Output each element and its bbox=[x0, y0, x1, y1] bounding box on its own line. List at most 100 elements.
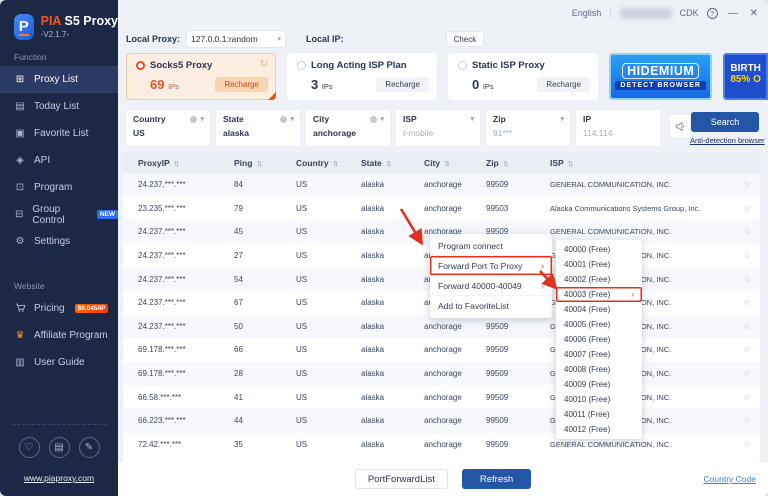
favorite-star-icon[interactable]: ☆ bbox=[734, 203, 760, 214]
website-link[interactable]: www.piaproxy.com bbox=[24, 473, 94, 483]
menu-item-add-to-favoritelist[interactable]: Add to FavoriteList bbox=[430, 296, 552, 316]
port-forward-list-button[interactable]: PortForwardList bbox=[354, 469, 448, 489]
port-option-40006-free[interactable]: 40006 (Free) bbox=[556, 332, 642, 347]
sort-icon[interactable]: ⇅ bbox=[444, 161, 449, 168]
column-header-ping[interactable]: Ping ⇅ bbox=[234, 158, 296, 168]
country-code-link[interactable]: Country Code bbox=[704, 474, 756, 484]
favorite-star-icon[interactable]: ☆ bbox=[734, 439, 760, 450]
filter-city[interactable]: City ▾ anchorage bbox=[306, 110, 390, 146]
menu-item-forward-40000-40049[interactable]: Forward 40000-40049 › bbox=[430, 276, 552, 296]
filter-zip[interactable]: Zip ▾ 91*** bbox=[486, 110, 570, 146]
filter-country[interactable]: Country ▾ US bbox=[126, 110, 210, 146]
anti-detection-browser-link[interactable]: Anti-detection browser bbox=[690, 136, 765, 145]
port-option-40007-free[interactable]: 40007 (Free) bbox=[556, 347, 642, 362]
port-option-40008-free[interactable]: 40008 (Free) bbox=[556, 362, 642, 377]
favorite-star-icon[interactable]: ☆ bbox=[734, 226, 760, 237]
search-button[interactable]: Search bbox=[691, 112, 759, 132]
filter-isp[interactable]: ISP ▾ t-mobile bbox=[396, 110, 480, 146]
port-option-40010-free[interactable]: 40010 (Free) bbox=[556, 392, 642, 407]
sort-icon[interactable]: ⇅ bbox=[568, 161, 573, 168]
minimize-button[interactable]: — bbox=[726, 8, 740, 19]
column-header-zip[interactable]: Zip ⇅ bbox=[486, 158, 550, 168]
chevron-down-icon[interactable]: ▾ bbox=[380, 115, 384, 123]
table-row[interactable]: 23.235.***.*** 79 US alaska anchorage 99503 Al… bbox=[123, 197, 760, 221]
table-row[interactable]: 66.223.***.***44USalaskaanchorage99509GE… bbox=[123, 408, 760, 433]
recharge-button[interactable]: Recharge bbox=[537, 77, 590, 92]
close-button[interactable]: ✕ bbox=[748, 8, 760, 19]
contact-pen-icon[interactable]: ✎ bbox=[78, 437, 100, 458]
favorite-star-icon[interactable]: ☆ bbox=[734, 344, 760, 355]
hidemium-banner[interactable]: HIDEMIUM DETECT BROWSER bbox=[609, 53, 713, 100]
plan-card-socks5-proxy[interactable]: Socks5 Proxy ↻ 69 IPs Recharge bbox=[126, 53, 276, 100]
plan-radio[interactable] bbox=[136, 61, 145, 70]
sort-icon[interactable]: ⇅ bbox=[503, 161, 508, 168]
feedback-doc-icon[interactable]: ▤ bbox=[48, 437, 70, 458]
port-option-40003-free[interactable]: 40003 (Free) › bbox=[556, 287, 642, 302]
favorite-star-icon[interactable]: ☆ bbox=[734, 250, 760, 261]
port-option-40009-free[interactable]: 40009 (Free) bbox=[556, 377, 642, 392]
port-option-40002-free[interactable]: 40002 (Free) bbox=[556, 272, 642, 287]
plan-radio[interactable] bbox=[458, 61, 467, 70]
favorite-star-icon[interactable]: ☆ bbox=[734, 321, 760, 332]
local-proxy-select[interactable]: 127.0.0.1:random ▾ bbox=[186, 30, 287, 48]
recharge-button[interactable]: Recharge bbox=[376, 77, 429, 92]
filter-state[interactable]: State ▾ alaska bbox=[216, 110, 300, 146]
favorite-star-icon[interactable]: ☆ bbox=[734, 368, 760, 379]
clear-icon[interactable] bbox=[280, 115, 288, 123]
chevron-down-icon[interactable]: ▾ bbox=[470, 115, 474, 123]
column-header-proxyip[interactable]: ProxyIP ⇅ bbox=[138, 158, 234, 168]
sidebar-item-api[interactable]: ◈ API bbox=[0, 147, 118, 174]
port-option-40012-free[interactable]: 40012 (Free) bbox=[556, 422, 642, 437]
port-option-40005-free[interactable]: 40005 (Free) bbox=[556, 317, 642, 332]
sidebar-item-program[interactable]: ⊡ Program bbox=[0, 174, 118, 201]
table-row[interactable]: 24.237.***.***50USalaskaanchorage99509GE… bbox=[123, 314, 760, 339]
table-row[interactable]: 69.178.***.***28USalaskaanchorage99509GE… bbox=[123, 361, 760, 386]
sidebar-item-settings[interactable]: ⚙ Settings bbox=[0, 228, 118, 255]
sidebar-item-today-list[interactable]: ▤ Today List bbox=[0, 93, 118, 120]
chevron-down-icon[interactable]: ▾ bbox=[560, 115, 564, 123]
plan-card-long-acting-isp-plan[interactable]: Long Acting ISP Plan 3 IPs Recharge bbox=[287, 53, 437, 100]
sidebar-item-affiliate-program[interactable]: ♛ Affiliate Program bbox=[0, 322, 118, 349]
column-header-state[interactable]: State ⇅ bbox=[361, 158, 424, 168]
plan-radio[interactable] bbox=[297, 61, 306, 70]
plan-card-static-isp-proxy[interactable]: Static ISP Proxy 0 IPs Recharge bbox=[448, 53, 598, 100]
sort-icon[interactable]: ⇅ bbox=[174, 161, 179, 168]
sidebar-item-user-guide[interactable]: ▥ User Guide bbox=[0, 349, 118, 376]
port-option-40001-free[interactable]: 40001 (Free) bbox=[556, 257, 642, 272]
favorite-star-icon[interactable]: ☆ bbox=[734, 415, 760, 426]
sort-icon[interactable]: ⇅ bbox=[333, 161, 338, 168]
cdk-button[interactable]: CDK bbox=[680, 8, 699, 18]
filter-ip[interactable]: IP 114.114 bbox=[576, 110, 660, 146]
table-row[interactable]: 24.237.***.*** 84 US alaska anchorage 99509 GE… bbox=[123, 173, 760, 197]
port-option-40000-free[interactable]: 40000 (Free) bbox=[556, 242, 642, 257]
help-icon[interactable]: ? bbox=[706, 7, 718, 19]
recharge-button[interactable]: Recharge bbox=[215, 77, 268, 92]
sidebar-item-group-control[interactable]: ⊟ Group Control NEW bbox=[0, 201, 118, 228]
clear-icon[interactable] bbox=[190, 115, 198, 123]
favorite-star-icon[interactable]: ☆ bbox=[734, 179, 760, 190]
sidebar-item-favorite-list[interactable]: ▣ Favorite List bbox=[0, 120, 118, 147]
sidebar-item-pricing[interactable]: Pricing $0.045/IP bbox=[0, 295, 118, 322]
menu-item-forward-port-to-proxy[interactable]: Forward Port To Proxy › bbox=[430, 256, 552, 276]
column-header-country[interactable]: Country ⇅ bbox=[296, 158, 361, 168]
table-row[interactable]: 69.178.***.***66USalaskaanchorage99509GE… bbox=[123, 338, 760, 362]
port-option-40011-free[interactable]: 40011 (Free) bbox=[556, 407, 642, 422]
sort-icon[interactable]: ⇅ bbox=[257, 161, 262, 168]
sidebar-item-proxy-list[interactable]: ⊞ Proxy List bbox=[0, 66, 118, 93]
favorite-star-icon[interactable]: ☆ bbox=[734, 392, 760, 403]
chevron-down-icon[interactable]: ▾ bbox=[200, 115, 204, 123]
column-header-isp[interactable]: ISP ⇅ bbox=[550, 158, 734, 168]
favorite-star-icon[interactable]: ☆ bbox=[734, 297, 760, 308]
table-row[interactable]: 66.58.***.***41USalaskaanchorage99509GEN… bbox=[123, 385, 760, 409]
check-button[interactable]: Check bbox=[445, 31, 485, 47]
sort-icon[interactable]: ⇅ bbox=[386, 161, 391, 168]
language-selector[interactable]: English bbox=[572, 8, 602, 18]
heart-service-icon[interactable]: ♡ bbox=[18, 437, 40, 458]
clear-icon[interactable] bbox=[370, 115, 378, 123]
port-option-40004-free[interactable]: 40004 (Free) bbox=[556, 302, 642, 317]
refresh-icon[interactable]: ↻ bbox=[260, 59, 268, 70]
menu-item-program-connect[interactable]: Program connect bbox=[430, 236, 552, 256]
chevron-down-icon[interactable]: ▾ bbox=[290, 115, 294, 123]
favorite-star-icon[interactable]: ☆ bbox=[734, 274, 760, 285]
birthday-sale-banner[interactable]: BIRTH 85% O bbox=[723, 53, 768, 100]
